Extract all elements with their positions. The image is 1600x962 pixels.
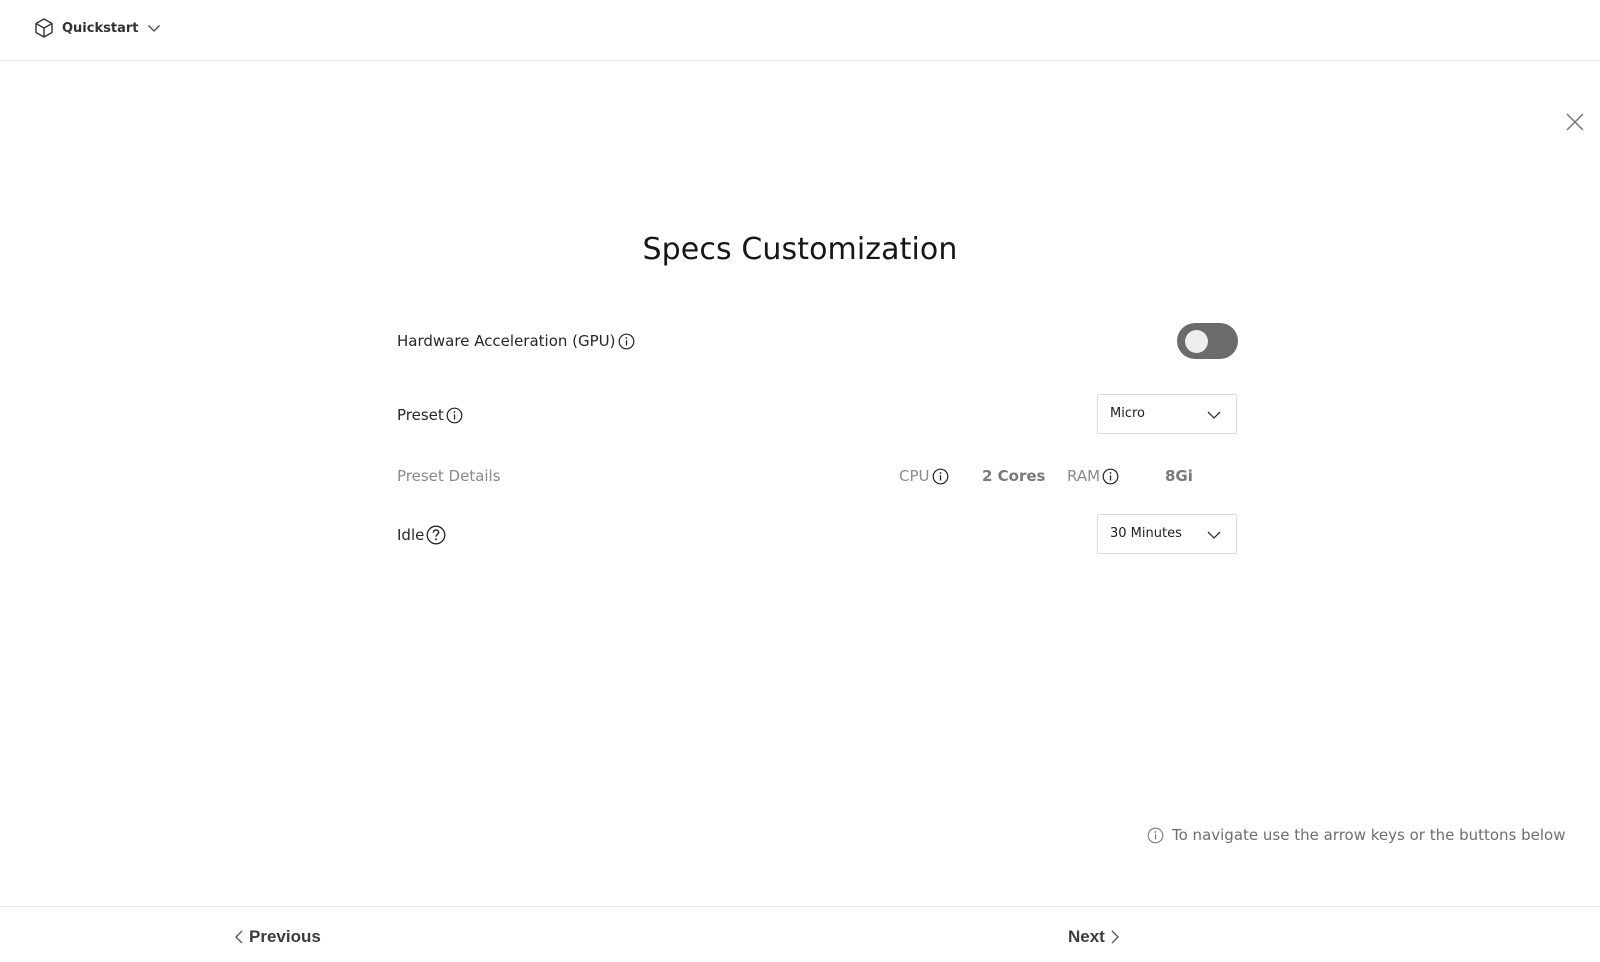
chevron-down-icon (1207, 531, 1221, 539)
preset-row-label: Preset (397, 406, 463, 424)
ram-label-group: RAM (1067, 467, 1119, 485)
next-button[interactable]: Next (1068, 927, 1121, 947)
preset-details-label: Preset Details (397, 467, 501, 485)
idle-label: Idle (397, 526, 425, 544)
question-icon[interactable] (426, 525, 446, 545)
toggle-knob (1185, 330, 1208, 353)
chevron-right-icon (1111, 930, 1119, 944)
project-name: Quickstart (62, 20, 139, 36)
page-title: Specs Customization (642, 232, 958, 267)
ram-value: 8Gi (1165, 467, 1193, 485)
info-icon[interactable] (618, 333, 635, 350)
cpu-value: 2 Cores (982, 467, 1046, 485)
cube-icon (35, 18, 53, 38)
footer-nav: Previous Next (0, 906, 1600, 962)
info-icon (1147, 827, 1164, 843)
previous-button[interactable]: Previous (233, 927, 321, 947)
preset-label: Preset (397, 406, 444, 424)
navigation-hint: To navigate use the arrow keys or the bu… (1147, 826, 1566, 844)
gpu-toggle[interactable] (1177, 323, 1238, 359)
preset-selected-value: Micro (1110, 406, 1145, 421)
ram-label: RAM (1067, 467, 1101, 485)
hint-text: To navigate use the arrow keys or the bu… (1172, 826, 1566, 844)
preset-select[interactable]: Micro (1097, 394, 1237, 434)
chevron-down-icon (1207, 411, 1221, 419)
cpu-label-group: CPU (899, 467, 949, 485)
gpu-label: Hardware Acceleration (GPU) (397, 332, 616, 350)
idle-row-label: Idle (397, 525, 446, 545)
info-icon[interactable] (932, 468, 949, 485)
close-icon[interactable] (1564, 111, 1586, 133)
chevron-left-icon (235, 930, 243, 944)
idle-select[interactable]: 30 Minutes (1097, 514, 1237, 554)
previous-label: Previous (249, 927, 321, 946)
idle-selected-value: 30 Minutes (1110, 526, 1182, 541)
chevron-down-icon (148, 25, 161, 32)
info-icon[interactable] (446, 407, 463, 424)
project-switcher[interactable]: Quickstart (33, 16, 161, 40)
top-bar: Quickstart (0, 0, 1600, 61)
info-icon[interactable] (1102, 468, 1119, 485)
next-label: Next (1068, 927, 1105, 946)
cpu-label: CPU (899, 467, 930, 485)
gpu-row-label: Hardware Acceleration (GPU) (397, 332, 635, 350)
